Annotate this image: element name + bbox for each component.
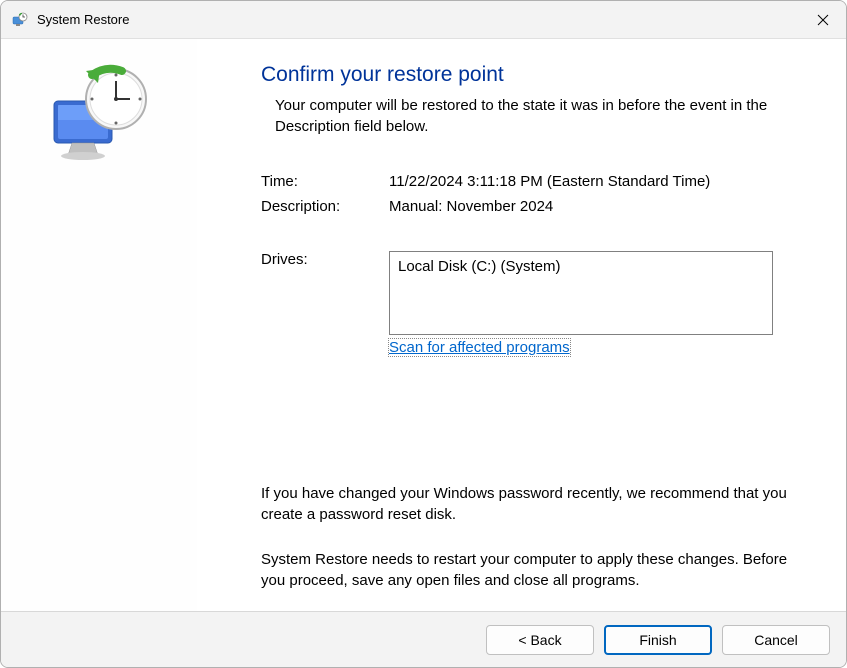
content-area: Confirm your restore point Your computer… — [1, 39, 846, 611]
scan-affected-programs-link[interactable]: Scan for affected programs — [389, 339, 570, 356]
drives-label: Drives: — [261, 251, 389, 335]
restart-warning-text: System Restore needs to restart your com… — [261, 549, 810, 591]
password-warning-text: If you have changed your Windows passwor… — [261, 483, 810, 525]
wizard-footer: < Back Finish Cancel — [1, 611, 846, 667]
wizard-sidebar — [1, 39, 197, 611]
back-button[interactable]: < Back — [486, 625, 594, 655]
window-title: System Restore — [37, 12, 129, 27]
time-row: Time: 11/22/2024 3:11:18 PM (Eastern Sta… — [261, 173, 810, 190]
finish-button[interactable]: Finish — [604, 625, 712, 655]
time-label: Time: — [261, 173, 389, 190]
time-value: 11/22/2024 3:11:18 PM (Eastern Standard … — [389, 173, 710, 190]
description-value: Manual: November 2024 — [389, 198, 553, 215]
drives-listbox[interactable]: Local Disk (C:) (System) — [389, 251, 773, 335]
wizard-main-panel: Confirm your restore point Your computer… — [197, 39, 846, 611]
system-restore-icon — [11, 11, 29, 29]
description-row: Description: Manual: November 2024 — [261, 198, 810, 215]
drive-item: Local Disk (C:) (System) — [398, 258, 561, 275]
system-restore-window: System Restore — [0, 0, 847, 668]
warning-block: If you have changed your Windows passwor… — [261, 483, 810, 591]
description-label: Description: — [261, 198, 389, 215]
cancel-button[interactable]: Cancel — [722, 625, 830, 655]
close-button[interactable] — [800, 1, 846, 39]
page-heading: Confirm your restore point — [261, 63, 810, 87]
system-restore-large-icon — [44, 61, 154, 171]
titlebar: System Restore — [1, 1, 846, 39]
drives-row: Drives: Local Disk (C:) (System) — [261, 251, 810, 335]
page-subheading: Your computer will be restored to the st… — [261, 95, 810, 137]
